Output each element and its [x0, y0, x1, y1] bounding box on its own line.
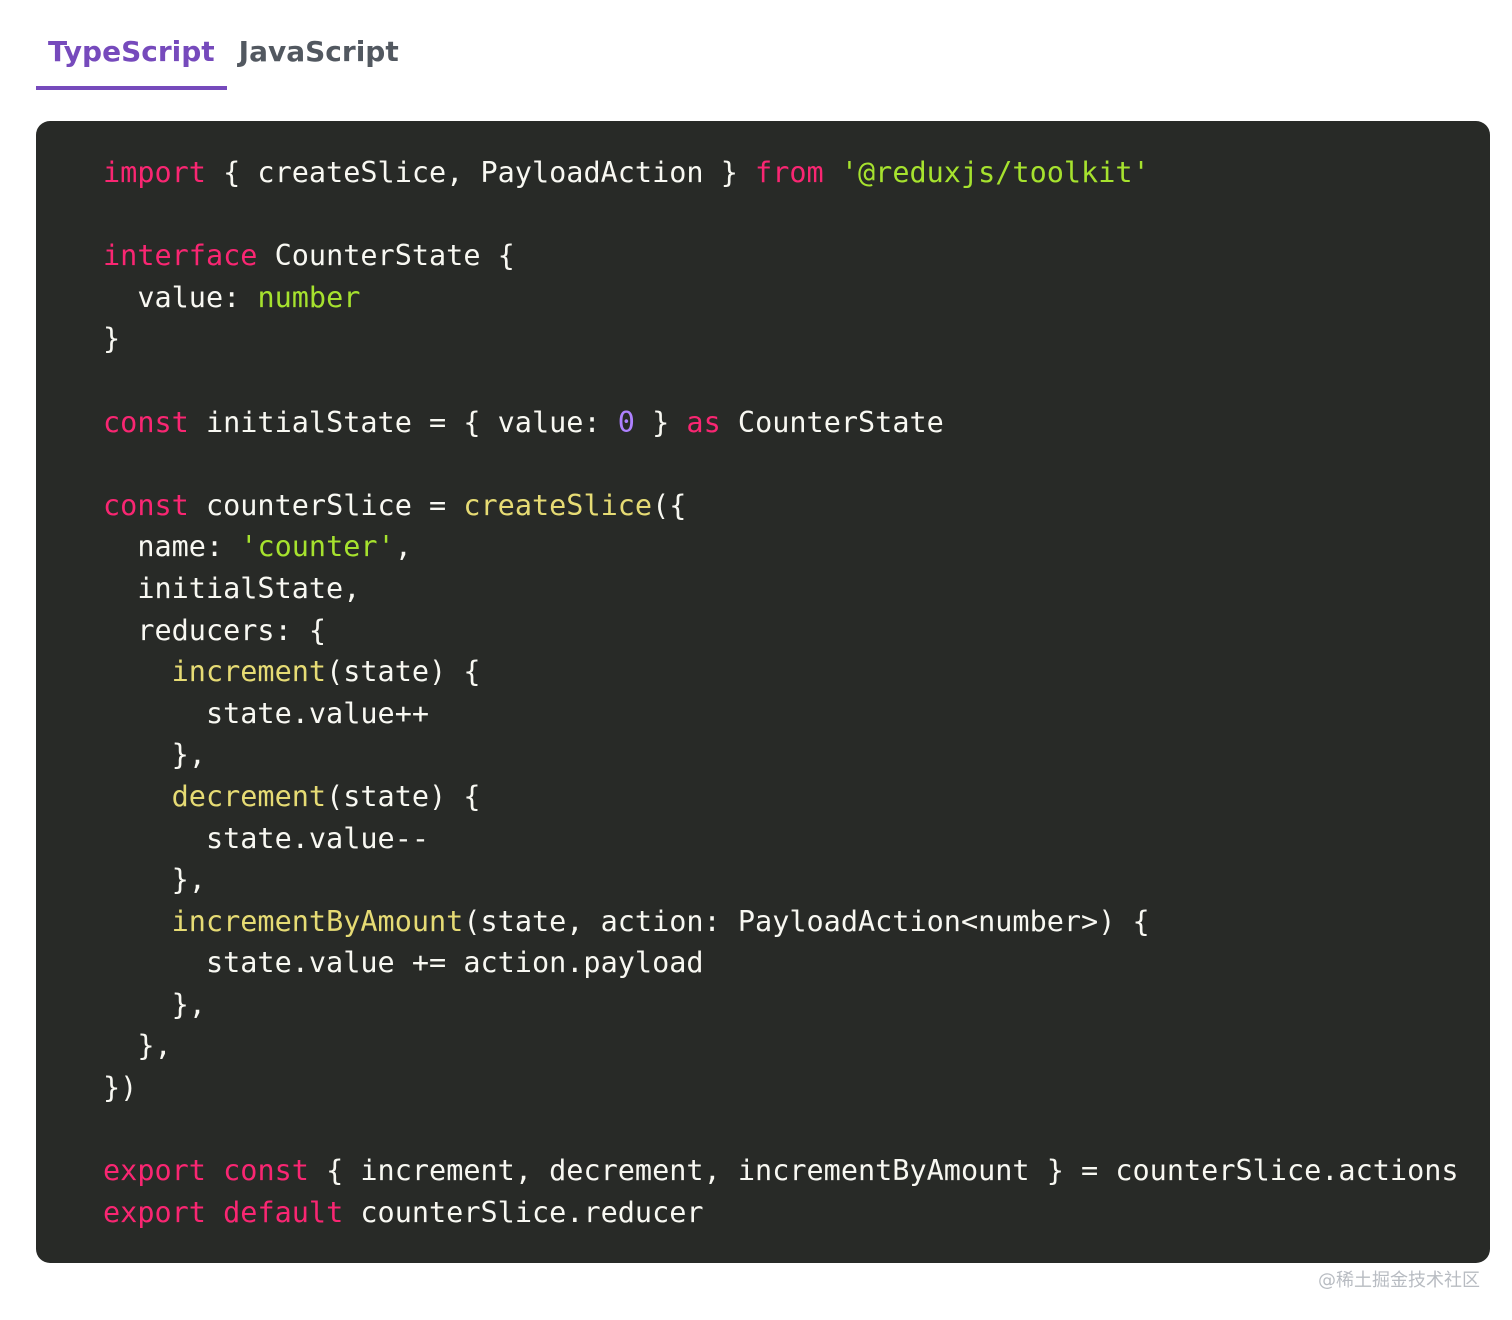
code-line: interface CounterState { — [103, 235, 1459, 277]
code-token-func: decrement — [171, 779, 327, 813]
code-token-plain: }, — [103, 1029, 172, 1063]
code-line: reducers: { — [103, 610, 1459, 652]
code-token-plain: state.value++ — [103, 696, 430, 730]
code-token-keyword: default — [223, 1195, 344, 1229]
code-token-keyword: const — [103, 488, 189, 522]
code-line: }, — [103, 734, 1459, 776]
code-token-plain: counterSlice.reducer — [343, 1195, 704, 1229]
code-token-string: '@reduxjs/toolkit' — [840, 156, 1150, 189]
code-line: state.value++ — [103, 693, 1459, 735]
code-token-keyword: export — [103, 1195, 206, 1229]
watermark: @稀土掘金技术社区 — [1318, 1270, 1480, 1291]
tab-javascript[interactable]: JavaScript — [227, 30, 411, 90]
code-token-func: increment — [171, 655, 327, 689]
code-token-plain: (state) { — [326, 779, 481, 813]
code-line: }, — [103, 1025, 1459, 1067]
code-line: decrement(state) { — [103, 776, 1459, 818]
code-token-plain: initialState = { value: — [188, 405, 618, 439]
code-token-plain: (state) { — [326, 655, 481, 689]
code-token-plain: ({ — [652, 488, 687, 522]
tab-typescript[interactable]: TypeScript — [36, 30, 227, 90]
code-token-plain: }, — [103, 987, 206, 1021]
code-line: }, — [103, 859, 1459, 901]
code-token-number: 0 — [617, 405, 635, 439]
code-line: value: number — [103, 277, 1459, 319]
code-line: const initialState = { value: 0 } as Cou… — [103, 402, 1459, 444]
code-content: import { createSlice, PayloadAction } fr… — [103, 152, 1459, 1233]
code-token-keyword: export — [103, 1154, 206, 1188]
code-token-plain: } — [634, 405, 687, 439]
code-line: export default counterSlice.reducer — [103, 1192, 1459, 1234]
code-line: initialState, — [103, 568, 1459, 610]
code-line: } — [103, 318, 1459, 360]
code-token-plain: }) — [103, 1071, 138, 1105]
code-token-plain: { createSlice, PayloadAction } — [205, 156, 756, 189]
language-tabs: TypeScript JavaScript — [36, 30, 411, 90]
code-token-plain: CounterState — [720, 405, 944, 439]
code-token-keyword: import — [103, 156, 206, 189]
code-token-plain: state.value += action.payload — [103, 946, 704, 980]
code-token-keyword: as — [686, 405, 721, 439]
code-token-func: incrementByAmount — [171, 904, 464, 938]
code-token-plain: value: — [103, 280, 258, 314]
code-line: const counterSlice = createSlice({ — [103, 485, 1459, 527]
code-token-keyword: const — [103, 405, 189, 439]
code-token-plain: } — [103, 322, 121, 356]
code-token-plain: }, — [103, 863, 206, 897]
code-token-plain: , — [394, 530, 412, 564]
code-token-plain: state.value-- — [103, 821, 430, 855]
code-line: increment(state) { — [103, 651, 1459, 693]
code-token-plain: }, — [103, 738, 206, 772]
code-block: import { createSlice, PayloadAction } fr… — [36, 121, 1490, 1263]
code-token-keyword: interface — [103, 239, 258, 273]
code-line: import { createSlice, PayloadAction } fr… — [103, 152, 1459, 194]
code-line: state.value += action.payload — [103, 942, 1459, 984]
code-token-plain: { increment, decrement, incrementByAmoun… — [308, 1154, 1459, 1188]
code-token-plain: reducers: { — [103, 613, 327, 647]
code-token-plain: counterSlice = — [188, 488, 464, 522]
code-line: incrementByAmount(state, action: Payload… — [103, 901, 1459, 943]
code-token-plain: (state, action: PayloadAction<number>) { — [463, 904, 1150, 938]
code-token-type: number — [257, 280, 361, 314]
code-token-func: createSlice — [463, 488, 653, 522]
code-line: }) — [103, 1067, 1459, 1109]
code-token-plain: initialState, — [103, 571, 361, 605]
code-line: name: 'counter', — [103, 526, 1459, 568]
code-line: }, — [103, 984, 1459, 1026]
code-token-plain: name: — [103, 530, 241, 564]
code-token-keyword: from — [755, 156, 824, 189]
code-token-keyword: const — [223, 1154, 309, 1188]
code-line: export const { increment, decrement, inc… — [103, 1150, 1459, 1192]
code-token-plain: CounterState { — [257, 239, 515, 273]
code-token-string: 'counter' — [240, 530, 395, 564]
code-line: state.value-- — [103, 818, 1459, 860]
